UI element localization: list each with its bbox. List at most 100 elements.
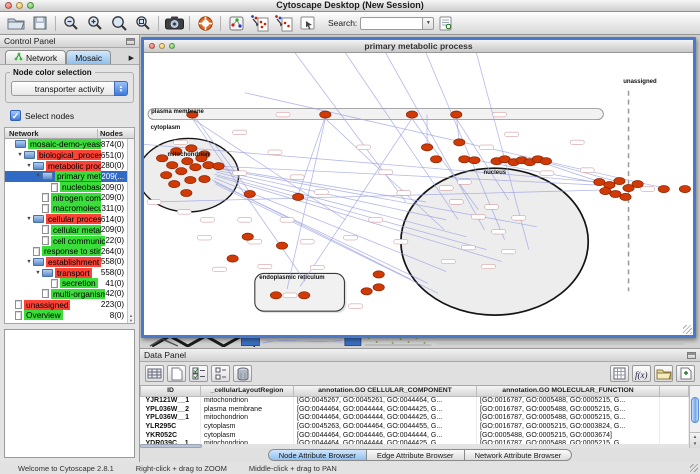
select-attributes-icon[interactable] [145, 365, 164, 382]
network-node[interactable] [182, 158, 193, 165]
search-input[interactable] [360, 17, 422, 30]
network-node[interactable] [421, 144, 432, 151]
tree-row[interactable]: multi-organism pro42(0) [5, 289, 127, 300]
expand-triangle-icon[interactable]: ▼ [25, 216, 33, 222]
tab-network-attribute-browser[interactable]: Network Attribute Browser [465, 450, 572, 460]
vizmapper-alt-icon[interactable] [274, 14, 294, 33]
network-node[interactable] [620, 193, 631, 200]
network-edge[interactable] [287, 119, 325, 290]
table-column-header[interactable]: _cellularLayoutRegion [201, 386, 294, 396]
open-icon[interactable] [6, 14, 26, 33]
table-row[interactable]: YPL036W__1mitochondrion[GO:0044464, GO:0… [141, 413, 689, 422]
network-node[interactable] [213, 163, 224, 170]
network-node[interactable] [299, 292, 310, 299]
network-node[interactable] [190, 164, 201, 171]
tree-row[interactable]: ▼transport558(0) [5, 267, 127, 278]
network-node[interactable] [373, 284, 384, 291]
tree-row[interactable]: unassigned223(0) [5, 299, 127, 310]
tree-row[interactable]: ▼establishment of lo558(0) [5, 257, 127, 268]
search-dropdown-icon[interactable]: ▼ [422, 17, 434, 30]
network-node[interactable] [600, 187, 611, 194]
delete-attribute-icon[interactable] [233, 365, 252, 382]
tab-node-attribute-browser[interactable]: Node Attribute Browser [269, 450, 367, 460]
minimize-button[interactable] [16, 2, 23, 9]
tree-column-nodes[interactable]: Nodes [98, 129, 134, 138]
function-builder-icon[interactable]: f(x) [632, 365, 651, 382]
tab-overflow-arrow-icon[interactable]: ▶ [127, 54, 136, 64]
open-folder-icon[interactable] [654, 365, 673, 382]
scrollbar-thumb[interactable] [691, 397, 699, 423]
vizmapper-icon[interactable] [250, 14, 270, 33]
network-node[interactable] [320, 111, 331, 118]
tree-row[interactable]: ▼metabolic process280(0) [5, 160, 127, 171]
table-column-header[interactable]: annotation.GO CELLULAR_COMPONENT [294, 386, 477, 396]
tree-column-network[interactable]: Network [5, 129, 98, 138]
close-button[interactable] [5, 2, 12, 9]
tree-row[interactable]: macromolecule311(0) [5, 203, 127, 214]
frame-close-button[interactable] [149, 43, 155, 49]
matrix-icon[interactable] [610, 365, 629, 382]
network-node[interactable] [244, 190, 255, 197]
import-table-icon[interactable] [676, 365, 695, 382]
network-edge[interactable] [219, 166, 598, 185]
frame-minimize-button[interactable] [159, 43, 165, 49]
frame-zoom-button[interactable] [169, 43, 175, 49]
network-node[interactable] [469, 157, 480, 164]
save-icon[interactable] [30, 14, 50, 33]
network-node[interactable] [361, 288, 372, 295]
table-column-header[interactable]: ID [141, 386, 201, 396]
network-node[interactable] [203, 162, 214, 169]
table-row[interactable]: YKR052Ccytoplasm[GO:0044464, GO:0044446,… [141, 431, 689, 440]
network-node[interactable] [270, 292, 281, 299]
annotation-icon[interactable] [298, 14, 318, 33]
tree-row[interactable]: ▼biological_process651(0) [5, 150, 127, 161]
network-node[interactable] [156, 155, 167, 162]
network-node[interactable] [610, 190, 621, 197]
network-frame-titlebar[interactable]: primary metabolic process [144, 40, 693, 53]
network-canvas[interactable]: plasma membrane cytoplasm mitochondrion … [144, 53, 693, 335]
tree-row[interactable]: response to stimulu264(0) [5, 246, 127, 257]
network-node[interactable] [181, 189, 192, 196]
table-row[interactable]: YPL036W__2plasma membrane[GO:0044464, GO… [141, 405, 689, 414]
attribute-table[interactable]: ID_cellularLayoutRegionannotation.GO CEL… [140, 386, 689, 448]
tab-network[interactable]: Network [5, 50, 66, 64]
network-node[interactable] [176, 168, 187, 175]
network-node[interactable] [679, 185, 690, 192]
network-view-frame[interactable]: primary metabolic process [141, 37, 696, 338]
new-attribute-icon[interactable] [167, 365, 186, 382]
network-node[interactable] [430, 156, 441, 163]
float-panel-icon[interactable] [687, 352, 696, 359]
table-column-header[interactable]: annotation.GO MOLECULAR_FUNCTION [477, 386, 660, 396]
network-node[interactable] [594, 179, 605, 186]
expand-triangle-icon[interactable]: ▼ [16, 152, 24, 158]
table-row[interactable]: YLR295Ccytoplasm[GO:0045263, GO:0044464,… [141, 422, 689, 431]
table-vertical-scrollbar[interactable]: ▲▼ [689, 386, 700, 448]
node-color-dropdown[interactable]: transporter activity ▲▼ [11, 81, 128, 96]
network-node[interactable] [614, 178, 625, 185]
network-node[interactable] [451, 111, 462, 118]
network-node[interactable] [540, 158, 551, 165]
window-resize-grip[interactable] [690, 464, 698, 472]
network-node[interactable] [161, 172, 172, 179]
attribute-list-icon[interactable] [211, 365, 230, 382]
network-node[interactable] [186, 145, 197, 152]
tab-edge-attribute-browser[interactable]: Edge Attribute Browser [367, 450, 465, 460]
tree-row[interactable]: Overview8(0) [5, 310, 127, 321]
expand-triangle-icon[interactable]: ▼ [34, 173, 42, 179]
network-node[interactable] [227, 255, 238, 262]
zoom-in-icon[interactable] [85, 14, 105, 33]
window-titlebar[interactable]: Cytoscape Desktop (New Session) [0, 0, 700, 12]
network-node[interactable] [292, 193, 303, 200]
layout-icon[interactable] [226, 14, 246, 33]
expand-triangle-icon[interactable]: ▼ [25, 163, 33, 169]
birdseye-view[interactable] [4, 329, 135, 458]
network-node[interactable] [169, 180, 180, 187]
network-node[interactable] [459, 156, 470, 163]
expand-triangle-icon[interactable]: ▼ [25, 259, 33, 265]
tab-mosaic[interactable]: Mosaic [66, 50, 111, 64]
tree-scrollbar[interactable]: ▲▼ [127, 139, 134, 323]
network-node[interactable] [406, 111, 417, 118]
network-node[interactable] [658, 185, 669, 192]
tree-row[interactable]: mosaic-demo-yeast874(0) [5, 139, 127, 150]
advanced-search-icon[interactable] [436, 14, 456, 33]
